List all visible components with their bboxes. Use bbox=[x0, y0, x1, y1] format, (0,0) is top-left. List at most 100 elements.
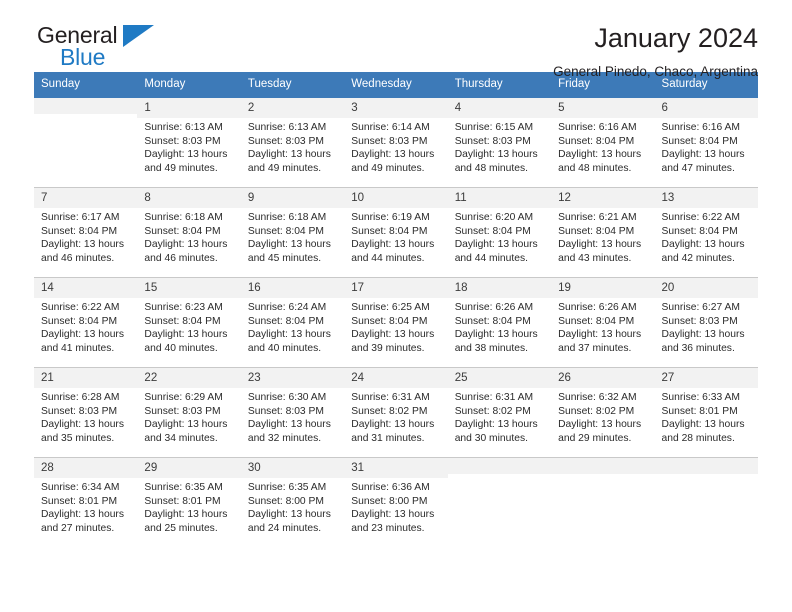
sunset-time: Sunset: 8:03 PM bbox=[661, 315, 738, 327]
daylight-duration-line2: and 43 minutes. bbox=[558, 252, 632, 264]
daylight-duration-line1: Daylight: 13 hours bbox=[454, 329, 538, 341]
calendar-day-cell[interactable]: 27 Sunrise: 6:33 AM Sunset: 8:01 PM Dayligh… bbox=[654, 367, 758, 458]
day-details: Sunrise: 6:21 AM Sunset: 8:04 PM Daylight:… bbox=[551, 208, 654, 265]
sunset-time: Sunset: 8:04 PM bbox=[41, 315, 118, 327]
calendar-day-cell[interactable]: 17 Sunrise: 6:25 AM Sunset: 8:04 PM Dayligh… bbox=[344, 277, 448, 368]
calendar-day-cell[interactable]: 4 Sunrise: 6:15 AM Sunset: 8:03 PM Daylight… bbox=[447, 96, 552, 188]
general-blue-logo[interactable]: General Blue bbox=[34, 22, 204, 74]
calendar-day-cell[interactable]: 14 Sunrise: 6:22 AM Sunset: 8:04 PM Dayligh… bbox=[34, 277, 138, 368]
day-details: Sunrise: 6:19 AM Sunset: 8:04 PM Daylight:… bbox=[344, 208, 447, 265]
day-details: Sunrise: 6:20 AM Sunset: 8:04 PM Daylight:… bbox=[448, 208, 551, 265]
page-header: General Blue January 2024 General Pinedo… bbox=[34, 0, 758, 79]
weekday-header-wednesday: Wednesday bbox=[344, 72, 448, 97]
sunset-time: Sunset: 8:04 PM bbox=[41, 225, 118, 237]
calendar-day-cell[interactable]: 21 Sunrise: 6:28 AM Sunset: 8:03 PM Dayligh… bbox=[34, 367, 138, 458]
day-number: 28 bbox=[34, 458, 138, 478]
sunrise-time: Sunrise: 6:20 AM bbox=[454, 212, 534, 223]
daylight-duration-line1: Daylight: 13 hours bbox=[144, 239, 228, 251]
calendar-day-cell[interactable]: 29 Sunrise: 6:35 AM Sunset: 8:01 PM Dayligh… bbox=[137, 457, 241, 547]
calendar-day-cell[interactable]: 28 Sunrise: 6:34 AM Sunset: 8:01 PM Dayligh… bbox=[34, 457, 138, 547]
calendar-day-cell[interactable]: 26 Sunrise: 6:32 AM Sunset: 8:02 PM Dayligh… bbox=[551, 367, 655, 458]
calendar-day-cell[interactable]: 12 Sunrise: 6:21 AM Sunset: 8:04 PM Dayligh… bbox=[551, 187, 655, 278]
calendar-day-cell[interactable]: 1 Sunrise: 6:13 AM Sunset: 8:03 PM Daylight… bbox=[137, 96, 241, 188]
sunrise-time: Sunrise: 6:21 AM bbox=[558, 212, 637, 223]
daylight-duration-line1: Daylight: 13 hours bbox=[247, 149, 331, 161]
sunset-time: Sunset: 8:04 PM bbox=[558, 315, 635, 327]
day-number: 6 bbox=[654, 98, 758, 118]
day-details: Sunrise: 6:22 AM Sunset: 8:04 PM Daylight:… bbox=[655, 208, 758, 265]
calendar-day-cell[interactable]: 30 Sunrise: 6:35 AM Sunset: 8:00 PM Dayligh… bbox=[240, 457, 345, 547]
daylight-duration-line1: Daylight: 13 hours bbox=[144, 509, 228, 521]
daylight-duration-line2: and 36 minutes. bbox=[661, 342, 735, 354]
calendar-day-cell[interactable]: 19 Sunrise: 6:26 AM Sunset: 8:04 PM Dayligh… bbox=[551, 277, 655, 368]
day-details: Sunrise: 6:16 AM Sunset: 8:04 PM Daylight:… bbox=[551, 118, 654, 175]
day-number: 23 bbox=[240, 368, 345, 388]
day-number: 13 bbox=[654, 188, 758, 208]
sunset-time: Sunset: 8:04 PM bbox=[454, 315, 531, 327]
calendar-day-cell[interactable]: 25 Sunrise: 6:31 AM Sunset: 8:02 PM Dayligh… bbox=[447, 367, 552, 458]
calendar-grid: Sunday Monday Tuesday Wednesday Thursday… bbox=[34, 72, 758, 547]
day-number: 11 bbox=[447, 188, 552, 208]
daylight-duration-line1: Daylight: 13 hours bbox=[351, 329, 435, 341]
calendar-day-cell[interactable]: 22 Sunrise: 6:29 AM Sunset: 8:03 PM Dayligh… bbox=[137, 367, 241, 458]
calendar-day-cell[interactable]: 15 Sunrise: 6:23 AM Sunset: 8:04 PM Dayligh… bbox=[137, 277, 241, 368]
daylight-duration-line2: and 38 minutes. bbox=[454, 342, 528, 354]
weekday-header-sunday: Sunday bbox=[34, 72, 138, 97]
day-details: Sunrise: 6:26 AM Sunset: 8:04 PM Daylight:… bbox=[551, 298, 654, 355]
sunrise-time: Sunrise: 6:22 AM bbox=[41, 302, 120, 313]
sunrise-time: Sunrise: 6:25 AM bbox=[351, 302, 430, 313]
day-details: Sunrise: 6:14 AM Sunset: 8:03 PM Daylight:… bbox=[344, 118, 447, 175]
sunset-time: Sunset: 8:04 PM bbox=[558, 225, 635, 237]
day-number bbox=[551, 458, 655, 474]
day-number: 19 bbox=[551, 278, 655, 298]
sunrise-time: Sunrise: 6:26 AM bbox=[558, 302, 637, 313]
day-details: Sunrise: 6:24 AM Sunset: 8:04 PM Daylight:… bbox=[241, 298, 344, 355]
sunset-time: Sunset: 8:02 PM bbox=[454, 405, 531, 417]
day-details: Sunrise: 6:31 AM Sunset: 8:02 PM Daylight:… bbox=[448, 388, 551, 445]
calendar-day-cell[interactable]: 31 Sunrise: 6:36 AM Sunset: 8:00 PM Dayligh… bbox=[344, 457, 448, 547]
sunset-time: Sunset: 8:02 PM bbox=[351, 405, 428, 417]
calendar-day-cell[interactable]: 13 Sunrise: 6:22 AM Sunset: 8:04 PM Dayligh… bbox=[654, 187, 758, 278]
daylight-duration-line2: and 35 minutes. bbox=[41, 432, 115, 444]
daylight-duration-line1: Daylight: 13 hours bbox=[144, 149, 228, 161]
calendar-day-cell[interactable]: 23 Sunrise: 6:30 AM Sunset: 8:03 PM Dayligh… bbox=[240, 367, 345, 458]
calendar-day-cell-empty bbox=[447, 457, 552, 547]
sunrise-time: Sunrise: 6:31 AM bbox=[454, 392, 534, 403]
calendar-day-cell[interactable]: 10 Sunrise: 6:19 AM Sunset: 8:04 PM Dayligh… bbox=[344, 187, 448, 278]
sunrise-time: Sunrise: 6:36 AM bbox=[351, 482, 430, 493]
daylight-duration-line2: and 45 minutes. bbox=[247, 252, 322, 264]
calendar-day-cell[interactable]: 16 Sunrise: 6:24 AM Sunset: 8:04 PM Dayligh… bbox=[240, 277, 345, 368]
calendar-day-cell[interactable]: 11 Sunrise: 6:20 AM Sunset: 8:04 PM Dayligh… bbox=[447, 187, 552, 278]
day-number: 22 bbox=[137, 368, 241, 388]
calendar-day-cell[interactable]: 20 Sunrise: 6:27 AM Sunset: 8:03 PM Dayligh… bbox=[654, 277, 758, 368]
day-number: 7 bbox=[34, 188, 138, 208]
sunset-time: Sunset: 8:04 PM bbox=[661, 135, 738, 147]
day-details: Sunrise: 6:35 AM Sunset: 8:01 PM Daylight:… bbox=[137, 478, 240, 535]
sunset-time: Sunset: 8:04 PM bbox=[247, 225, 324, 237]
calendar-week-row: 1 Sunrise: 6:13 AM Sunset: 8:03 PM Daylight… bbox=[34, 96, 758, 188]
calendar-day-cell[interactable]: 9 Sunrise: 6:18 AM Sunset: 8:04 PM Daylight… bbox=[240, 187, 345, 278]
sunset-time: Sunset: 8:03 PM bbox=[144, 405, 221, 417]
calendar-day-cell[interactable]: 6 Sunrise: 6:16 AM Sunset: 8:04 PM Daylight… bbox=[654, 96, 758, 188]
daylight-duration-line2: and 49 minutes. bbox=[247, 162, 322, 174]
sunset-time: Sunset: 8:04 PM bbox=[351, 315, 428, 327]
calendar-week-row: 14 Sunrise: 6:22 AM Sunset: 8:04 PM Dayligh… bbox=[34, 277, 758, 368]
calendar-day-cell[interactable]: 3 Sunrise: 6:14 AM Sunset: 8:03 PM Daylight… bbox=[344, 96, 448, 188]
daylight-duration-line1: Daylight: 13 hours bbox=[247, 329, 331, 341]
calendar-body: 1 Sunrise: 6:13 AM Sunset: 8:03 PM Daylight… bbox=[34, 96, 758, 547]
calendar-week-row: 21 Sunrise: 6:28 AM Sunset: 8:03 PM Dayligh… bbox=[34, 367, 758, 458]
calendar-day-cell[interactable]: 8 Sunrise: 6:18 AM Sunset: 8:04 PM Daylight… bbox=[137, 187, 241, 278]
day-number: 26 bbox=[551, 368, 655, 388]
calendar-day-cell[interactable]: 7 Sunrise: 6:17 AM Sunset: 8:04 PM Daylight… bbox=[34, 187, 138, 278]
sunset-time: Sunset: 8:04 PM bbox=[661, 225, 738, 237]
calendar-day-cell[interactable]: 18 Sunrise: 6:26 AM Sunset: 8:04 PM Dayligh… bbox=[447, 277, 552, 368]
calendar-day-cell[interactable]: 5 Sunrise: 6:16 AM Sunset: 8:04 PM Daylight… bbox=[551, 96, 655, 188]
daylight-duration-line2: and 44 minutes. bbox=[454, 252, 528, 264]
calendar-day-cell[interactable]: 24 Sunrise: 6:31 AM Sunset: 8:02 PM Dayligh… bbox=[344, 367, 448, 458]
calendar-day-cell[interactable]: 2 Sunrise: 6:13 AM Sunset: 8:03 PM Daylight… bbox=[240, 96, 345, 188]
day-number: 4 bbox=[447, 98, 552, 118]
daylight-duration-line2: and 41 minutes. bbox=[41, 342, 115, 354]
calendar-day-cell-empty bbox=[34, 96, 138, 188]
day-details: Sunrise: 6:18 AM Sunset: 8:04 PM Daylight:… bbox=[241, 208, 344, 265]
sunset-time: Sunset: 8:04 PM bbox=[144, 225, 221, 237]
